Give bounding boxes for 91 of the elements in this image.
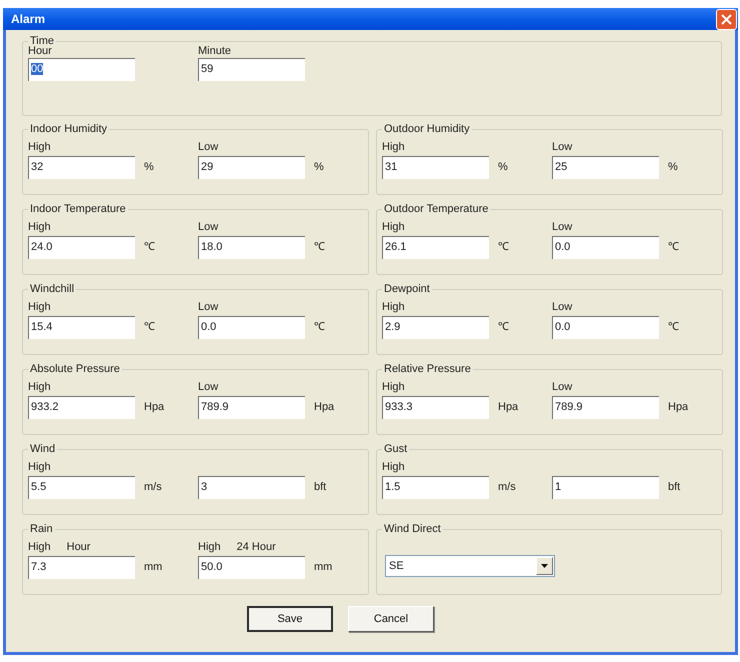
dropdown-arrow-icon — [541, 564, 548, 568]
input-field[interactable]: 933.2 — [28, 396, 135, 419]
field-label: Low — [198, 221, 218, 234]
save-button[interactable]: Save — [247, 606, 333, 632]
input-field[interactable]: 7.3 — [28, 556, 135, 579]
group-title: Windchill — [29, 283, 76, 296]
group-title: Wind — [29, 443, 56, 456]
input-field[interactable]: 29 — [198, 156, 305, 179]
unit-label: ℃ — [498, 241, 509, 254]
field-label: Hour — [66, 541, 90, 554]
field-label: Low — [552, 301, 572, 314]
input-field[interactable]: 3 — [198, 476, 305, 499]
input-field[interactable]: 789.9 — [198, 396, 305, 419]
field-label: High — [382, 461, 405, 474]
unit-label: mm — [314, 561, 332, 574]
field-label: Low — [198, 141, 218, 154]
unit-label: ℃ — [314, 241, 325, 254]
unit-label: % — [314, 161, 324, 174]
field-label: High — [28, 221, 51, 234]
field-label: High — [198, 541, 221, 554]
group-title: Relative Pressure — [383, 363, 472, 376]
field-label: High — [28, 141, 51, 154]
input-field[interactable]: 0.0 — [198, 316, 305, 339]
unit-label: m/s — [498, 481, 516, 494]
input-field[interactable]: 25 — [552, 156, 659, 179]
unit-label: Hpa — [314, 401, 334, 414]
input-field[interactable]: 2.9 — [382, 316, 489, 339]
unit-label: Hpa — [498, 401, 518, 414]
unit-label: mm — [144, 561, 162, 574]
field-label: High — [28, 381, 51, 394]
input-field[interactable]: 00 — [28, 58, 135, 81]
group-title: Absolute Pressure — [29, 363, 121, 376]
group-title: Outdoor Temperature — [383, 203, 490, 216]
group-title: Indoor Humidity — [29, 123, 108, 136]
input-field[interactable]: 933.3 — [382, 396, 489, 419]
field-label: High — [382, 141, 405, 154]
unit-label: % — [144, 161, 154, 174]
unit-label: ℃ — [498, 321, 509, 334]
group-title: Indoor Temperature — [29, 203, 127, 216]
group-title: Gust — [383, 443, 408, 456]
close-icon — [721, 14, 732, 24]
dropdown-field[interactable]: SE — [385, 555, 555, 577]
field-label: Low — [552, 381, 572, 394]
field-label: Low — [552, 141, 572, 154]
field-label: High — [28, 301, 51, 314]
input-field[interactable]: 18.0 — [198, 236, 305, 259]
field-label: High — [382, 381, 405, 394]
cancel-button[interactable]: Cancel — [348, 606, 434, 632]
field-label: 24 Hour — [236, 541, 276, 554]
dropdown-arrow-button[interactable] — [536, 557, 553, 575]
input-field[interactable]: 59 — [198, 58, 305, 81]
field-label: Low — [198, 301, 218, 314]
unit-label: ℃ — [144, 241, 155, 254]
unit-label: bft — [314, 481, 326, 494]
field-label: High — [28, 541, 51, 554]
field-label: Low — [552, 221, 572, 234]
input-field[interactable]: 1.5 — [382, 476, 489, 499]
group-title: Time — [30, 35, 56, 47]
group-title: Dewpoint — [383, 283, 431, 296]
group-title: Outdoor Humidity — [383, 123, 471, 136]
input-field[interactable]: 1 — [552, 476, 659, 499]
field-label: Hour — [28, 45, 52, 58]
unit-label: % — [668, 161, 678, 174]
field-label: High — [382, 221, 405, 234]
field-label: Minute — [198, 45, 232, 58]
close-button[interactable] — [716, 8, 737, 30]
field-label: High — [28, 461, 51, 474]
input-field[interactable]: 26.1 — [382, 236, 489, 259]
group-title: Wind Direct — [383, 523, 442, 536]
unit-label: Hpa — [668, 401, 688, 414]
window-title: Alarm — [11, 12, 46, 26]
unit-label: ℃ — [668, 241, 679, 254]
input-field[interactable]: 15.4 — [28, 316, 135, 339]
input-field[interactable]: 5.5 — [28, 476, 135, 499]
input-field[interactable]: 0.0 — [552, 316, 659, 339]
unit-label: bft — [668, 481, 680, 494]
unit-label: ℃ — [668, 321, 679, 334]
unit-label: Hpa — [144, 401, 164, 414]
field-label: Low — [198, 381, 218, 394]
input-field[interactable]: 50.0 — [198, 556, 305, 579]
unit-label: ℃ — [314, 321, 325, 334]
input-field[interactable]: 0.0 — [552, 236, 659, 259]
field-label: High — [382, 301, 405, 314]
group-title: Rain — [29, 523, 54, 536]
input-field[interactable]: 24.0 — [28, 236, 135, 259]
unit-label: ℃ — [144, 321, 155, 334]
input-field[interactable]: 31 — [382, 156, 489, 179]
unit-label: m/s — [144, 481, 162, 494]
unit-label: % — [498, 161, 508, 174]
input-field[interactable]: 32 — [28, 156, 135, 179]
input-field[interactable]: 789.9 — [552, 396, 659, 419]
